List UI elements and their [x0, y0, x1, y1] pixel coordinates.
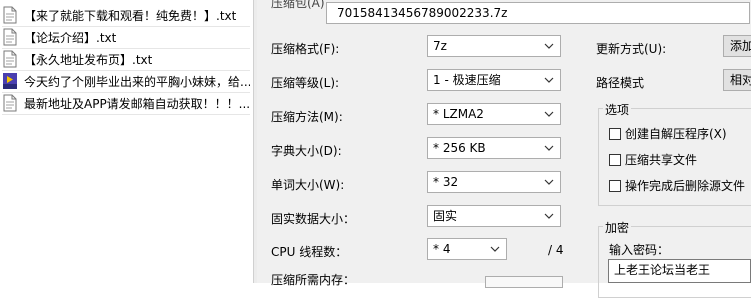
- file-name: 【永久地址发布页】.txt: [24, 52, 153, 67]
- file-name: 【来了就能下载和观看！纯免费！】.txt: [24, 8, 237, 23]
- format-label: 压缩格式(F):: [271, 42, 340, 56]
- chevron-down-icon: [544, 138, 556, 158]
- txt-file-icon: [2, 6, 18, 24]
- chevron-down-icon: [544, 70, 556, 90]
- pathmode-label: 路径模式: [596, 76, 645, 90]
- delete-after-checkbox[interactable]: 操作完成后删除源文件: [609, 177, 745, 194]
- encrypt-title: 加密: [603, 219, 632, 236]
- dict-select[interactable]: * 256 KB: [427, 137, 561, 159]
- format-value: 7z: [433, 39, 447, 53]
- password-label: 输入密码：: [609, 243, 670, 257]
- update-select[interactable]: 添加: [723, 35, 751, 57]
- file-name: 最新地址及APP请发邮箱自动获取！！！....: [24, 96, 250, 111]
- mp4-file-icon: [2, 72, 18, 90]
- file-row[interactable]: 最新地址及APP请发邮箱自动获取！！！....: [2, 92, 250, 115]
- sfx-checkbox[interactable]: 创建自解压程序(X): [609, 125, 727, 142]
- chevron-down-icon: [544, 206, 556, 226]
- method-value: * LZMA2: [433, 107, 484, 121]
- file-row[interactable]: 今天约了个刚毕业出来的平胸小妹妹，给...: [2, 70, 250, 93]
- cpu-total: / 4: [548, 243, 564, 257]
- file-row[interactable]: 【永久地址发布页】.txt: [2, 48, 250, 71]
- add-to-archive-dialog: 压缩包(A) 70158413456789002233.7z 压缩格式(F): …: [257, 0, 751, 298]
- file-list: 【来了就能下载和观看！纯免费！】.txt 【论坛介绍】.txt 【永久地址发布页…: [0, 0, 254, 283]
- checkbox-icon: [609, 153, 621, 166]
- dict-label: 字典大小(D):: [271, 144, 342, 158]
- method-select[interactable]: * LZMA2: [427, 103, 561, 125]
- cpu-label: CPU 线程数：: [271, 245, 348, 259]
- password-input[interactable]: 上老王论坛当老王: [608, 259, 751, 283]
- word-select[interactable]: * 32: [427, 171, 561, 193]
- update-label: 更新方式(U):: [596, 42, 667, 56]
- txt-file-icon: [2, 94, 18, 112]
- solid-select[interactable]: 固实: [427, 205, 561, 227]
- memory-value-box: [485, 276, 563, 288]
- txt-file-icon: [2, 50, 18, 68]
- delete-after-label: 操作完成后删除源文件: [625, 179, 746, 193]
- solid-label: 固实数据大小：: [271, 212, 356, 226]
- sfx-label: 创建自解压程序(X): [625, 127, 727, 141]
- level-label: 压缩等级(L):: [271, 76, 340, 90]
- level-select[interactable]: 1 - 极速压缩: [427, 69, 561, 91]
- options-title: 选项: [603, 101, 632, 118]
- shared-files-checkbox[interactable]: 压缩共享文件: [609, 151, 697, 168]
- checkbox-icon: [609, 127, 621, 140]
- word-value: * 32: [433, 175, 459, 189]
- file-name: 今天约了个刚毕业出来的平胸小妹妹，给...: [24, 74, 250, 89]
- cpu-select[interactable]: * 4: [427, 238, 507, 260]
- chevron-down-icon: [544, 104, 556, 124]
- solid-value: 固实: [433, 209, 458, 223]
- file-row[interactable]: 【来了就能下载和观看！纯免费！】.txt: [2, 4, 250, 27]
- pathmode-select[interactable]: 相对: [723, 69, 751, 91]
- word-label: 单词大小(W):: [271, 178, 345, 192]
- archive-path-input[interactable]: 70158413456789002233.7z: [326, 2, 750, 24]
- chevron-down-icon: [544, 172, 556, 192]
- dict-value: * 256 KB: [433, 141, 486, 155]
- method-label: 压缩方法(M):: [271, 110, 343, 124]
- level-value: 1 - 极速压缩: [433, 73, 501, 87]
- archive-label: 压缩包(A): [271, 0, 325, 10]
- shared-files-label: 压缩共享文件: [625, 153, 698, 167]
- chevron-down-icon: [490, 239, 502, 259]
- cpu-value: * 4: [433, 242, 451, 256]
- file-row[interactable]: 【论坛介绍】.txt: [2, 26, 250, 49]
- txt-file-icon: [2, 28, 18, 46]
- file-name: 【论坛介绍】.txt: [24, 30, 117, 45]
- checkbox-icon: [609, 179, 621, 192]
- format-select[interactable]: 7z: [427, 35, 561, 57]
- memory-label: 压缩所需内存：: [271, 273, 356, 287]
- chevron-down-icon: [544, 36, 556, 56]
